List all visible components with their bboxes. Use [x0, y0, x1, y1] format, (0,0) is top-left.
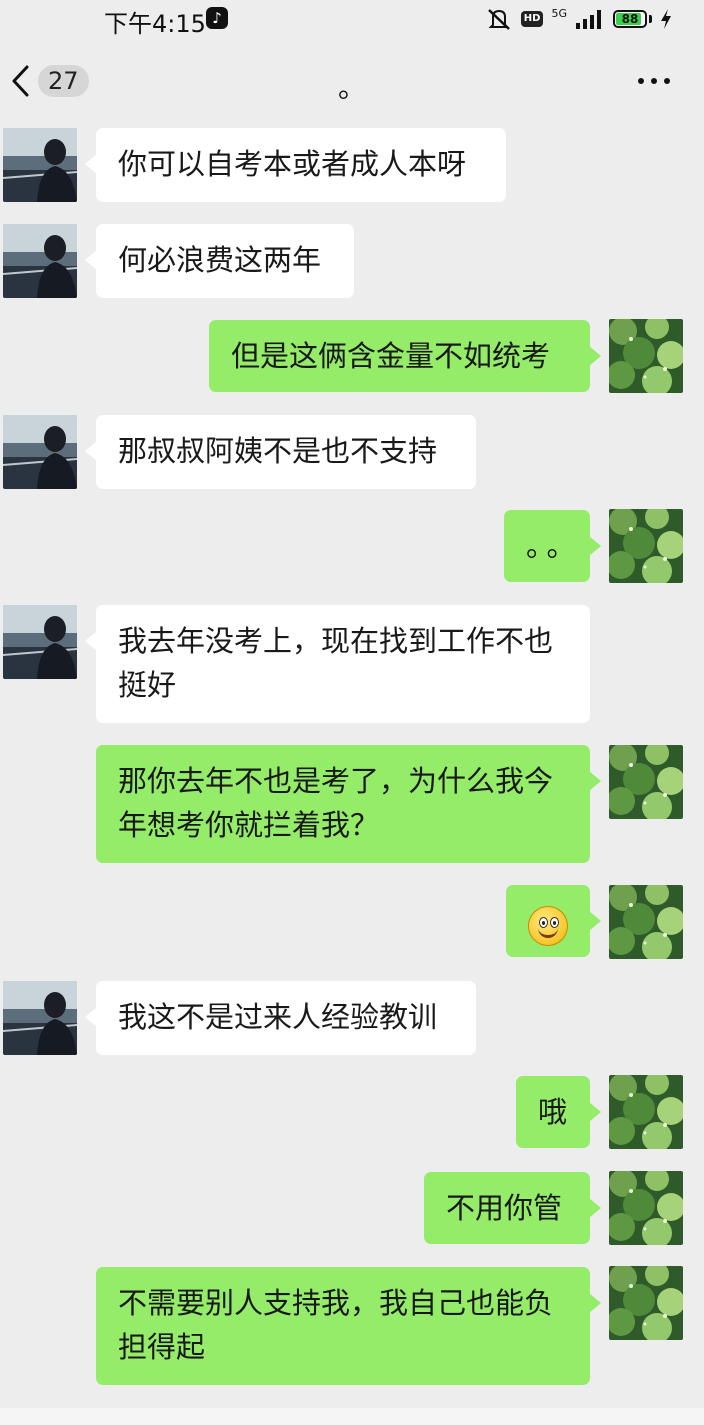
contact-avatar-image [3, 415, 77, 489]
contact-avatar[interactable] [3, 224, 77, 298]
more-options-button[interactable] [638, 78, 670, 84]
self-avatar[interactable] [609, 319, 683, 393]
contact-avatar-image [3, 224, 77, 298]
message-bubble-left[interactable]: 那叔叔阿姨不是也不支持 [85, 415, 476, 489]
message-bubble-right[interactable]: 但是这俩含金量不如统考 [209, 320, 601, 392]
battery-tip [649, 15, 652, 23]
message-bubble-left[interactable]: 我去年没考上，现在找到工作不也挺好 [85, 605, 590, 723]
network-label: 5G [551, 6, 567, 20]
contact-avatar-image [3, 605, 77, 679]
status-bar: 下午4:15 ♪ HD 5G 88 [0, 0, 704, 40]
charging-icon [661, 9, 671, 29]
mute-icon [487, 9, 510, 30]
self-avatar-image [609, 319, 683, 393]
self-avatar[interactable] [609, 1266, 683, 1340]
contact-avatar-image [3, 981, 77, 1055]
message-bubble-right[interactable]: 哦 [516, 1076, 601, 1148]
smile-emoji-icon [528, 906, 568, 946]
message-bubble-right[interactable]: 不需要别人支持我，我自己也能负担得起 [96, 1267, 601, 1385]
self-avatar[interactable] [609, 509, 683, 583]
emoji-mouth [538, 925, 558, 938]
contact-avatar[interactable] [3, 981, 77, 1055]
self-avatar-image [609, 885, 683, 959]
message-bubble-left[interactable]: 你可以自考本或者成人本呀 [85, 128, 506, 202]
self-avatar-image [609, 1171, 683, 1245]
contact-avatar-image [3, 128, 77, 202]
message-bubble-left[interactable]: 何必浪费这两年 [85, 224, 354, 298]
status-time: 下午4:15 [104, 10, 206, 38]
more-dot-icon [664, 78, 670, 84]
self-avatar[interactable] [609, 885, 683, 959]
self-avatar-image [609, 509, 683, 583]
self-avatar[interactable] [609, 1171, 683, 1245]
self-avatar-image [609, 745, 683, 819]
self-avatar[interactable] [609, 1075, 683, 1149]
nav-bar: 27 。 [0, 40, 704, 124]
battery-level: 88 [621, 12, 639, 26]
bottom-strip [0, 1408, 704, 1425]
status-icons: HD 5G 88 [485, 6, 672, 32]
self-avatar[interactable] [609, 745, 683, 819]
tiktok-icon: ♪ [206, 7, 228, 29]
self-avatar-image [609, 1266, 683, 1340]
message-bubble-right[interactable]: 那你去年不也是考了，为什么我今年想考你就拦着我？ [96, 745, 601, 863]
hd-badge: HD [520, 11, 544, 27]
contact-avatar[interactable] [3, 605, 77, 679]
message-bubble-right[interactable]: 。。 [504, 510, 601, 582]
signal-icon [576, 10, 601, 29]
message-bubble-right[interactable]: 不用你管 [424, 1172, 601, 1244]
more-dot-icon [638, 78, 644, 84]
message-bubble-right[interactable] [506, 885, 601, 957]
contact-avatar[interactable] [3, 415, 77, 489]
message-bubble-left[interactable]: 我这不是过来人经验教训 [85, 981, 476, 1055]
self-avatar-image [609, 1075, 683, 1149]
more-dot-icon [651, 78, 657, 84]
chat-title: 。 [337, 71, 366, 104]
contact-avatar[interactable] [3, 128, 77, 202]
battery-icon: 88 [613, 10, 647, 28]
